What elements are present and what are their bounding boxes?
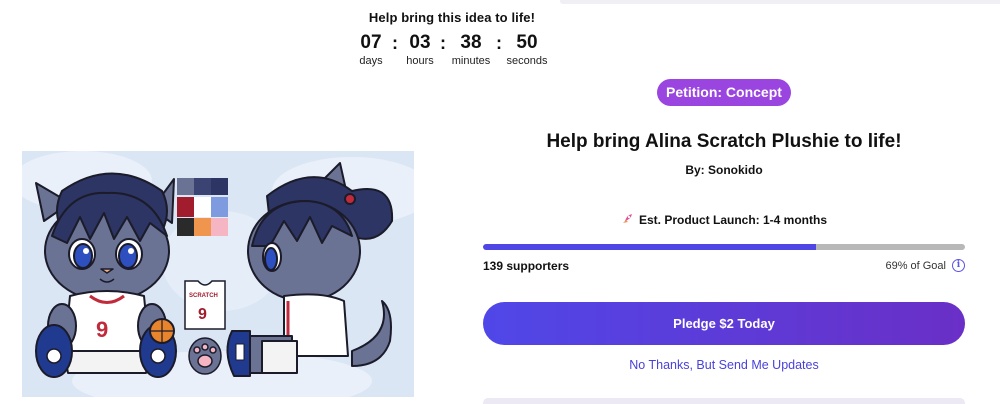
campaign-title: Help bring Alina Scratch Plushie to life… [546, 131, 902, 152]
campaign-status-badge: Petition: Concept [657, 79, 791, 106]
color-swatches [177, 178, 228, 236]
countdown-timer: 07 days : 03 hours : 38 minutes : 50 sec… [340, 32, 564, 72]
countdown-minutes: 38 minutes [446, 32, 496, 68]
info-icon[interactable]: i [952, 259, 965, 272]
countdown: Help bring this idea to life! 07 days : … [340, 10, 564, 67]
send-updates-link[interactable]: No Thanks, But Send Me Updates [484, 358, 964, 372]
rocket-icon [621, 213, 633, 227]
funding-progress-fill [483, 244, 816, 250]
campaign-byline: By: Sonokido [685, 163, 763, 177]
countdown-hours-label: hours [406, 55, 434, 67]
svg-text:9: 9 [96, 317, 108, 342]
next-section-bar [483, 398, 965, 404]
launch-estimate-text: Est. Product Launch: 1-4 months [638, 213, 827, 227]
countdown-days-label: days [359, 55, 383, 67]
countdown-days: 07 days [346, 32, 396, 68]
plushie-illustration: 9 SCRATCH 9 [22, 151, 414, 397]
front-plushie: 9 [35, 172, 177, 378]
top-divider [560, 0, 1000, 4]
countdown-title: Help bring this idea to life! [368, 10, 536, 25]
countdown-hours: 03 hours [395, 32, 445, 68]
jersey-reference: SCRATCH 9 [184, 280, 226, 330]
paw-reference [188, 337, 222, 375]
launch-estimate: Est. Product Launch: 1-4 months [484, 213, 964, 227]
goal-progress: 69% of Goal i [885, 259, 965, 272]
svg-text:SCRATCH: SCRATCH [189, 293, 218, 299]
countdown-hours-value: 03 [409, 32, 431, 53]
countdown-minutes-label: minutes [451, 55, 491, 67]
pledge-button[interactable]: Pledge $2 Today [483, 302, 965, 345]
funding-progress-bar [483, 244, 965, 250]
product-image[interactable]: 9 SCRATCH 9 [22, 151, 414, 397]
countdown-days-value: 07 [360, 32, 382, 53]
countdown-seconds-label: seconds [506, 55, 548, 67]
goal-percent-text: 69% of Goal [885, 259, 946, 272]
countdown-seconds: 50 seconds [502, 32, 552, 68]
countdown-minutes-value: 38 [460, 32, 482, 53]
campaign-page: Help bring this idea to life! 07 days : … [0, 0, 1000, 404]
svg-text:9: 9 [198, 306, 207, 323]
supporters-count: 139 supporters [483, 259, 570, 273]
countdown-seconds-value: 50 [516, 32, 538, 53]
